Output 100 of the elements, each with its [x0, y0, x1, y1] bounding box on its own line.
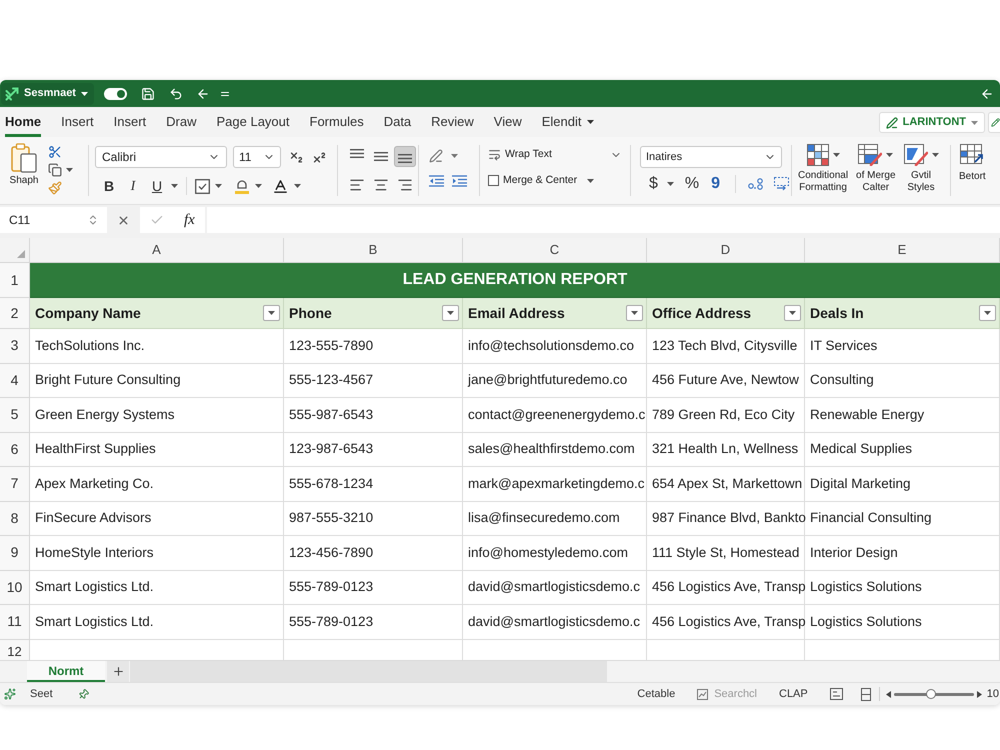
dashed-box-arrow-icon[interactable] [774, 177, 790, 191]
paste-button[interactable]: Shaph [8, 143, 40, 193]
status-item[interactable]: CLAP [779, 686, 808, 702]
row-header[interactable]: 10 [0, 570, 30, 605]
caret-down-icon[interactable] [171, 184, 178, 188]
circles-icon[interactable] [748, 178, 764, 190]
bold-button[interactable]: B [99, 176, 119, 196]
indent-decrease-icon[interactable] [429, 175, 444, 187]
ribbon-tab[interactable]: Page Layout [216, 107, 290, 137]
filter-button[interactable] [979, 305, 996, 321]
table-cell-text: 456 Future Ave, Newtow [652, 371, 799, 390]
comma-style-button[interactable]: 9 [708, 174, 724, 194]
wrap-text-button[interactable]: Wrap Text [488, 147, 552, 163]
caret-down-icon[interactable] [255, 184, 262, 188]
filter-button[interactable] [442, 305, 459, 321]
conditional-formatting-button[interactable]: Conditional Formatting [798, 144, 848, 204]
page-view-icon[interactable] [830, 688, 843, 700]
superscript-icon[interactable] [312, 150, 327, 164]
table-arrow-button[interactable]: Betort [959, 144, 986, 204]
vertical-align-button[interactable] [394, 146, 416, 167]
undo-icon[interactable] [168, 86, 183, 100]
table-cell-text: 456 Logistics Ave, Transp [652, 612, 806, 631]
left-arrow-icon[interactable] [980, 86, 994, 100]
row-header[interactable]: 3 [0, 329, 30, 364]
table-cell-text: Smart Logistics Ltd. [35, 612, 154, 631]
row-header[interactable]: 5 [0, 398, 30, 432]
row-header[interactable]: 4 [0, 364, 30, 398]
ribbon-tab[interactable]: Data [384, 107, 412, 137]
format-table-button[interactable]: of Merge Calter [856, 144, 896, 204]
row-header[interactable]: 1 [0, 263, 30, 298]
insert-function-button[interactable]: fx [184, 208, 195, 232]
row-header[interactable]: 6 [0, 432, 30, 467]
table-cell-text: Green Energy Systems [35, 406, 175, 424]
ribbon-tab[interactable]: View [494, 107, 522, 137]
row-header[interactable]: 11 [0, 605, 30, 640]
x-icon[interactable] [117, 214, 130, 226]
caret-down-icon [932, 153, 939, 157]
sheet-tab[interactable]: Normt [27, 661, 105, 682]
number-format-select[interactable]: Inatires [640, 146, 782, 168]
row-header[interactable]: 2 [0, 298, 30, 329]
name-box[interactable]: C11 [0, 207, 107, 233]
caret-down-icon[interactable] [66, 168, 73, 172]
table-cell-text: 111 Style St, Homestead [652, 544, 800, 562]
row-header[interactable]: 8 [0, 502, 30, 536]
percent-button[interactable]: % [682, 174, 702, 194]
merge-center-button[interactable]: Merge & Center [488, 172, 578, 188]
checked-square-icon[interactable] [195, 178, 210, 194]
align-center-icon[interactable] [373, 176, 389, 192]
caret-down-icon[interactable] [294, 184, 301, 188]
indent-increase-icon[interactable] [452, 175, 467, 187]
left-triangle-icon[interactable] [886, 690, 891, 698]
filter-button[interactable] [784, 305, 801, 321]
row-header[interactable]: 12 [0, 640, 30, 660]
ribbon-tab[interactable]: Insert [114, 107, 146, 137]
ribbon-tab[interactable]: Elendit [542, 107, 594, 137]
table-cell-text: info@homestyledemo.com [468, 544, 628, 562]
copy-icon[interactable] [48, 163, 62, 177]
right-triangle-icon[interactable] [976, 690, 982, 698]
ribbon-tab[interactable]: Formules [310, 107, 364, 137]
scissors-icon[interactable] [48, 145, 62, 159]
autosave-toggle[interactable] [104, 88, 127, 100]
caret-down-icon[interactable] [666, 182, 674, 186]
status-item[interactable]: Cetable [637, 686, 676, 702]
workbook-menu-button[interactable]: Sesmnaet [1, 82, 94, 104]
caret-down-icon[interactable] [215, 184, 222, 188]
horizontal-scrollbar[interactable] [130, 661, 607, 682]
ribbon-tab[interactable]: Draw [166, 107, 196, 137]
ribbon-tab[interactable]: Insert [61, 107, 94, 137]
align-right-icon[interactable] [397, 176, 413, 192]
add-sheet-button[interactable] [107, 661, 129, 682]
italic-button[interactable]: I [123, 176, 143, 196]
font-color-icon[interactable] [272, 178, 289, 194]
table-cell-text: Medical Supplies [810, 440, 912, 458]
table-cell-text: FinSecure Advisors [35, 509, 152, 528]
cell-styles-button[interactable]: Gvtil Styles [904, 144, 939, 204]
pen-line-icon[interactable] [429, 149, 443, 163]
save-icon[interactable] [140, 86, 155, 100]
align-left-icon[interactable] [349, 176, 365, 192]
wrap-text-icon [488, 148, 501, 162]
ribbon-tab[interactable]: Review [431, 107, 474, 137]
caret-down-icon[interactable] [587, 178, 594, 183]
font-size-value: 11 [239, 149, 252, 166]
table-cell-text: IT Services [810, 336, 878, 355]
underline-button[interactable]: U [147, 176, 167, 196]
account-button[interactable]: LARINTONT [878, 112, 985, 133]
page-break-icon[interactable] [860, 688, 871, 700]
font-size-select[interactable]: 11 [233, 146, 281, 168]
filter-button[interactable] [263, 305, 280, 321]
table-cell-text: jane@brightfuturedemo.co [468, 371, 628, 390]
up-down-chevron-icon[interactable] [87, 214, 99, 226]
zoom-slider-thumb[interactable] [926, 688, 936, 698]
caret-down-icon[interactable] [451, 154, 458, 158]
paint-bucket-icon[interactable] [234, 178, 250, 194]
row-header[interactable]: 7 [0, 467, 30, 502]
row-header[interactable]: 9 [0, 536, 30, 570]
currency-button[interactable]: $ [646, 174, 661, 194]
subscript-icon[interactable] [289, 150, 304, 164]
filter-button[interactable] [626, 305, 643, 321]
font-name-select[interactable]: Calibri [95, 146, 227, 168]
edit-button[interactable] [988, 112, 1000, 133]
